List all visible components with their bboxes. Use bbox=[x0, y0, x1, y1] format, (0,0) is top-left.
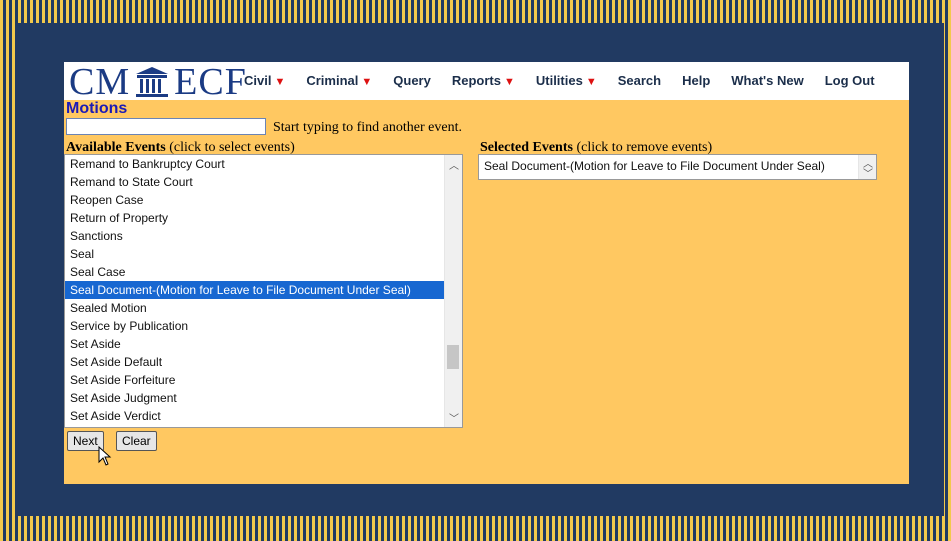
nav-log-out[interactable]: Log Out bbox=[825, 73, 875, 88]
nav-criminal[interactable]: Criminal ▼ bbox=[306, 73, 372, 88]
logo-text-ecf: ECF bbox=[174, 61, 247, 103]
selected-list-scrollbar[interactable]: ︿ ﹀ bbox=[858, 155, 876, 180]
ecf-header: CM ECF Civil ▼ Criminal ▼ Query Reports ▼ U… bbox=[64, 61, 909, 103]
available-event-option[interactable]: Sealed Motion bbox=[65, 299, 462, 317]
scroll-down-icon[interactable]: ﹀ bbox=[863, 165, 873, 180]
available-event-option[interactable]: Set Aside Default bbox=[65, 353, 462, 371]
available-event-option[interactable]: Remand to Bankruptcy Court bbox=[65, 155, 462, 173]
available-event-option[interactable]: Service by Publication bbox=[65, 317, 462, 335]
available-event-option[interactable]: Set Aside Judgment bbox=[65, 389, 462, 407]
available-event-option[interactable]: Seal bbox=[65, 245, 462, 263]
search-hint: Start typing to find another event. bbox=[273, 120, 462, 135]
motions-form: Motions Start typing to find another eve… bbox=[64, 100, 909, 484]
cmecf-logo: CM ECF bbox=[69, 60, 247, 104]
nav-whats-new[interactable]: What's New bbox=[731, 73, 803, 88]
scroll-thumb[interactable] bbox=[447, 345, 459, 369]
nav-utilities[interactable]: Utilities ▼ bbox=[536, 73, 597, 88]
available-event-option[interactable]: Sanctions bbox=[65, 227, 462, 245]
scroll-up-icon[interactable]: ︿ bbox=[449, 157, 459, 172]
chevron-down-icon: ▼ bbox=[503, 76, 515, 88]
nav-search[interactable]: Search bbox=[618, 73, 661, 88]
selected-event-option[interactable]: Seal Document-(Motion for Leave to File … bbox=[479, 155, 876, 177]
scroll-down-icon[interactable]: ﹀ bbox=[449, 410, 459, 425]
courthouse-icon bbox=[136, 67, 169, 97]
logo-text-cm: CM bbox=[69, 61, 131, 103]
nav-help[interactable]: Help bbox=[682, 73, 710, 88]
event-search-input[interactable] bbox=[66, 118, 266, 135]
page-title: Motions bbox=[66, 100, 128, 117]
chevron-down-icon: ▼ bbox=[585, 76, 597, 88]
available-event-option[interactable]: Seal Case bbox=[65, 263, 462, 281]
nav-reports[interactable]: Reports ▼ bbox=[452, 73, 515, 88]
main-nav: Civil ▼ Criminal ▼ Query Reports ▼ Utilitie… bbox=[244, 73, 875, 88]
nav-civil[interactable]: Civil ▼ bbox=[244, 73, 285, 88]
clear-button[interactable]: Clear bbox=[116, 431, 157, 451]
chevron-down-icon: ▼ bbox=[361, 76, 373, 88]
available-events-list[interactable]: Remand to Bankruptcy Court Remand to Stat… bbox=[64, 154, 463, 428]
available-event-option[interactable]: Set Aside Forfeiture bbox=[65, 371, 462, 389]
available-event-option[interactable]: Set Aside Verdict bbox=[65, 407, 462, 425]
available-event-option[interactable]: Remand to State Court bbox=[65, 173, 462, 191]
chevron-down-icon: ▼ bbox=[274, 76, 286, 88]
available-event-option[interactable]: Seal Document-(Motion for Leave to File … bbox=[65, 281, 462, 299]
mouse-pointer-icon bbox=[98, 446, 112, 466]
available-event-option[interactable]: Set Aside bbox=[65, 335, 462, 353]
available-event-option[interactable]: Reopen Case bbox=[65, 191, 462, 209]
nav-query[interactable]: Query bbox=[393, 73, 431, 88]
selected-events-list[interactable]: Seal Document-(Motion for Leave to File … bbox=[478, 154, 877, 180]
available-list-scrollbar[interactable]: ︿ ﹀ bbox=[444, 155, 462, 427]
available-event-option[interactable]: Return of Property bbox=[65, 209, 462, 227]
